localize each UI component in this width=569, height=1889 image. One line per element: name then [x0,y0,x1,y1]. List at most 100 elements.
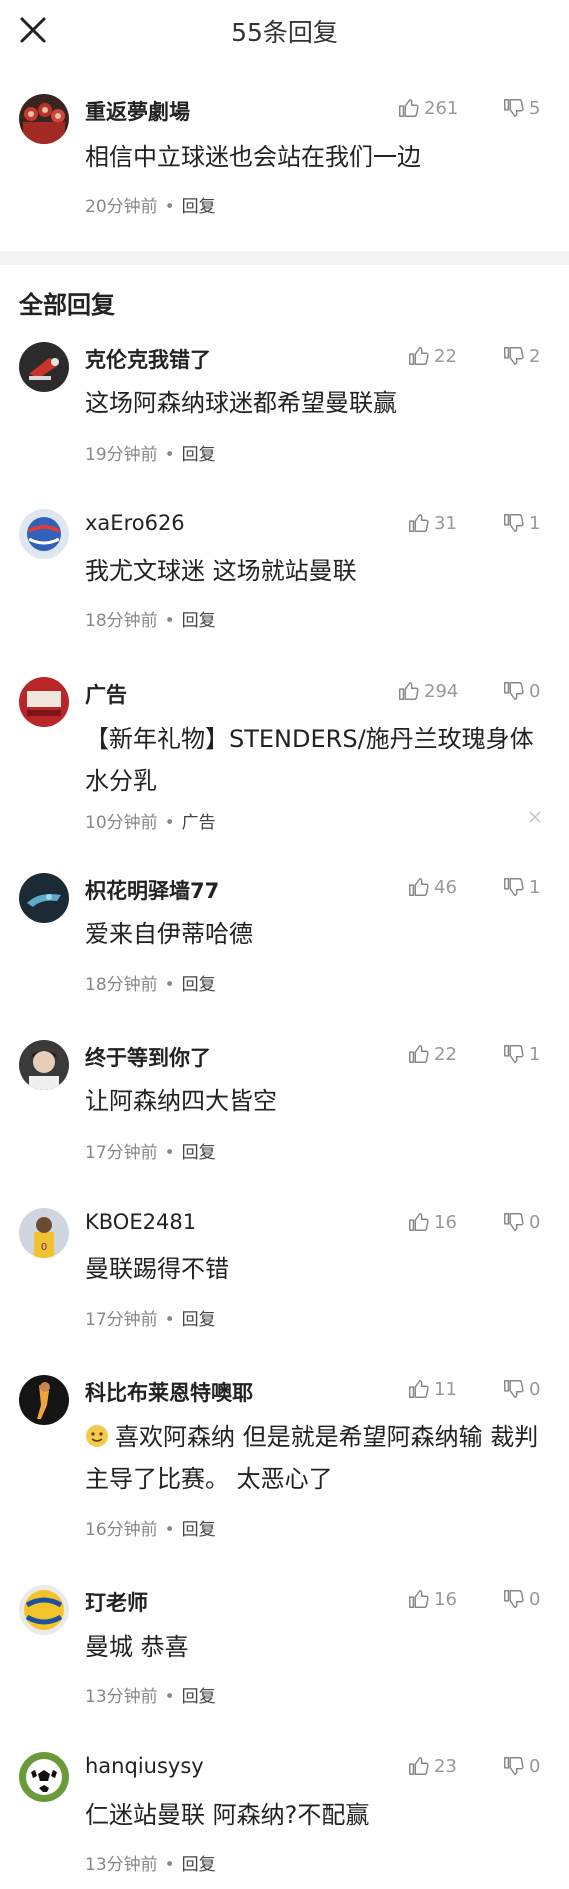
comment-text: 爱来自伊蒂哈德 [85,920,253,948]
comment-text: 这场阿森纳球迷都希望曼联赢 [85,389,397,417]
like-button[interactable]: 22 [407,342,457,370]
like-button[interactable]: 16 [407,1585,457,1613]
dislike-count: 1 [529,1043,541,1065]
like-count: 22 [434,1043,457,1065]
username[interactable]: KBOE2481 [85,1210,196,1234]
username[interactable]: 克伦克我错了 [85,344,211,374]
dislike-count: 5 [529,97,541,119]
thumbs-up-icon [409,1590,429,1608]
like-button[interactable]: 23 [407,1752,457,1780]
like-count: 22 [434,345,457,367]
comment-text: 我尤文球迷 这场就站曼联 [85,557,357,585]
dislike-count: 1 [529,512,541,534]
like-count: 31 [434,512,457,534]
dislike-button[interactable]: 1 [502,509,540,537]
dislike-button[interactable]: 0 [502,1752,540,1780]
separator-dot: • [164,445,175,465]
dislike-button[interactable]: 1 [502,873,540,901]
thumbs-down-icon [504,682,524,700]
avatar[interactable] [19,1752,69,1802]
avatar[interactable]: 0 [19,1208,69,1258]
like-count: 46 [434,876,457,898]
like-count: 11 [434,1378,457,1400]
avatar[interactable] [19,873,69,923]
comment-time: 17分钟前 [85,1143,158,1163]
thumbs-up-icon [409,514,429,532]
page-title: 55条回复 [231,18,338,47]
dislike-button[interactable]: 0 [502,1585,540,1613]
comment-time: 13分钟前 [85,1687,158,1707]
separator-dot: • [164,1143,175,1163]
comment-text: 曼联踢得不错 [85,1255,229,1283]
avatar[interactable] [19,1585,69,1635]
dislike-count: 0 [529,1755,541,1777]
like-count: 16 [434,1588,457,1610]
avatar[interactable] [19,94,69,144]
thumbs-down-icon [504,514,524,532]
like-button[interactable]: 16 [407,1208,457,1236]
username[interactable]: 重返夢劇場 [85,96,190,126]
comment-meta: 19分钟前 • 回复 [85,440,216,465]
dislike-button[interactable]: 0 [502,677,540,705]
thumbs-down-icon [504,1590,524,1608]
reply-button[interactable]: 回复 [182,1143,216,1163]
thumbs-up-icon [409,1757,429,1775]
reply-button[interactable]: 回复 [182,1855,216,1875]
section-title: 全部回复 [19,291,115,319]
dislike-button[interactable]: 1 [502,1040,540,1068]
comment-time: 13分钟前 [85,1855,158,1875]
username[interactable]: xaEro626 [85,511,185,535]
svg-text:0: 0 [41,1242,47,1253]
username[interactable]: 科比布莱恩特噢耶 [85,1377,253,1407]
reply-button[interactable]: 回复 [182,1310,216,1330]
separator-dot: • [164,1310,175,1330]
username[interactable]: hanqiusysy [85,1754,204,1778]
like-button[interactable]: 261 [397,94,458,122]
top-bar: 55条回复 [0,0,569,62]
reply-button[interactable]: 回复 [182,975,216,995]
comment-text: 曼城 恭喜 [85,1633,189,1661]
thumbs-up-icon [409,347,429,365]
section-divider [0,251,569,265]
separator-dot: • [164,1520,175,1540]
dislike-button[interactable]: 0 [502,1208,540,1236]
dislike-count: 0 [529,680,541,702]
comment-meta: 13分钟前 • 回复 [85,1850,216,1875]
like-count: 261 [424,97,459,119]
reply-button[interactable]: 回复 [182,611,216,631]
like-button[interactable]: 11 [407,1375,457,1403]
reply-button[interactable]: 回复 [182,1687,216,1707]
avatar[interactable] [19,342,69,392]
reply-button[interactable]: 回复 [182,1520,216,1540]
username[interactable]: 终于等到你了 [85,1042,211,1072]
ad-label: 广告 [181,813,216,833]
ad-close-button[interactable] [527,809,543,825]
ad-text[interactable]: 【新年礼物】STENDERS/施丹兰玫瑰身体水分乳 [85,718,550,802]
separator-dot: • [164,1855,175,1875]
comment-text: 仁迷站曼联 阿森纳?不配赢 [85,1801,370,1829]
comment-text: 让阿森纳四大皆空 [85,1087,277,1115]
avatar[interactable] [19,1040,69,1090]
separator-dot: • [164,1687,175,1707]
avatar[interactable] [19,677,69,727]
like-button[interactable]: 294 [397,677,458,705]
dislike-button[interactable]: 0 [502,1375,540,1403]
reply-button[interactable]: 回复 [182,197,216,217]
like-count: 294 [424,680,459,702]
separator-dot: • [164,197,175,217]
like-count: 16 [434,1211,457,1233]
thumbs-up-icon [409,1045,429,1063]
comment-time: 18分钟前 [85,975,158,995]
dislike-button[interactable]: 5 [502,94,540,122]
username[interactable]: 玎老师 [85,1587,148,1617]
like-button[interactable]: 22 [407,1040,457,1068]
like-button[interactable]: 31 [407,509,457,537]
username[interactable]: 枳花明驿墙77 [85,875,219,905]
username[interactable]: 广告 [85,679,127,709]
reply-button[interactable]: 回复 [182,445,216,465]
avatar[interactable] [19,509,69,559]
like-button[interactable]: 46 [407,873,457,901]
dislike-button[interactable]: 2 [502,342,540,370]
thumbs-down-icon [504,1380,524,1398]
avatar[interactable] [19,1375,69,1425]
